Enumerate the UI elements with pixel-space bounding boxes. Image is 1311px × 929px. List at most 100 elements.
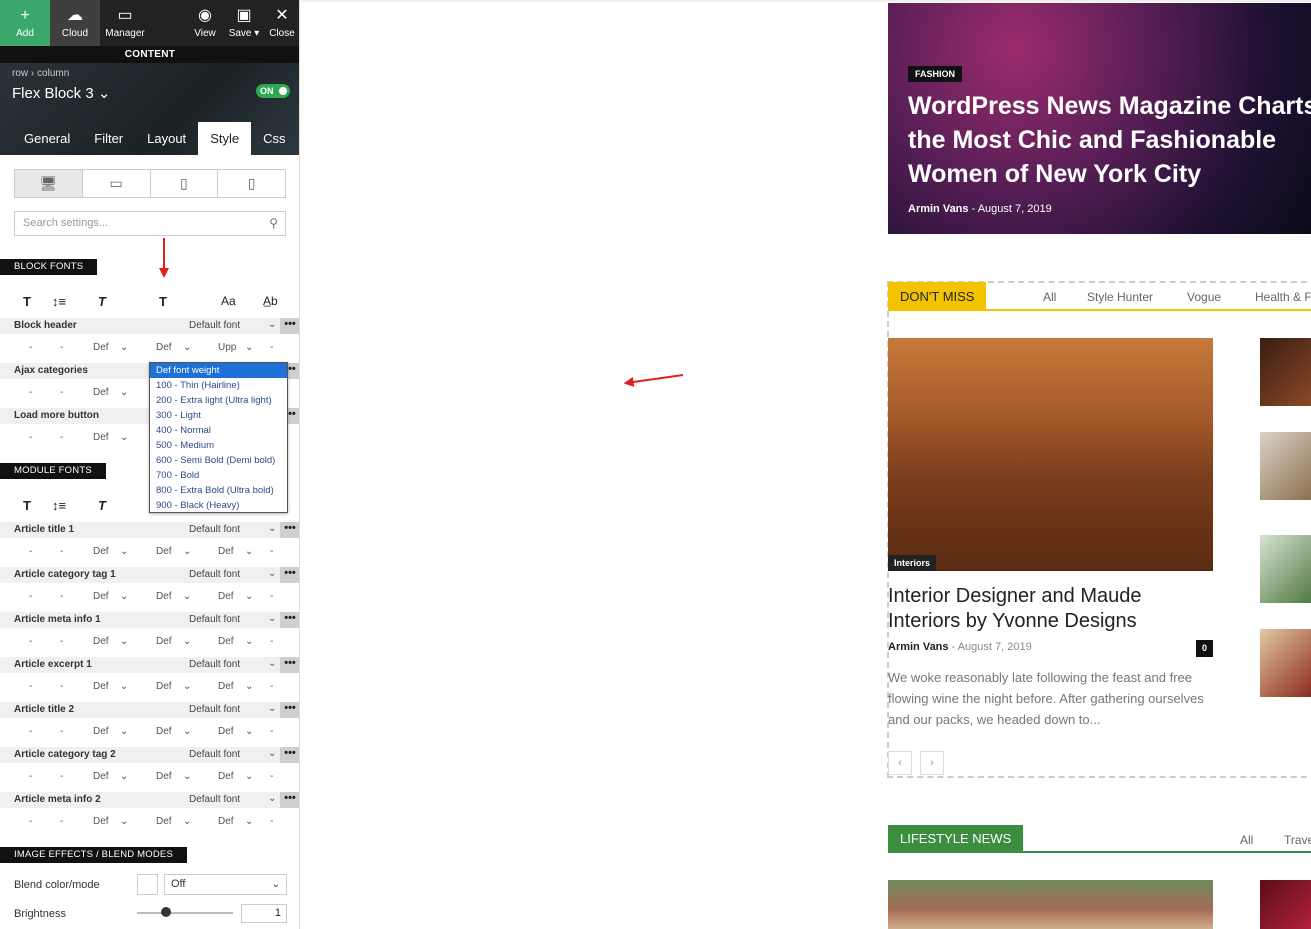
hero-author[interactable]: Armin Vans xyxy=(908,203,969,215)
prev-page-button[interactable]: ‹ xyxy=(888,751,912,775)
font-value-field[interactable]: Def xyxy=(93,726,109,737)
crumb-column[interactable]: column xyxy=(37,68,69,79)
font-value-field[interactable]: - xyxy=(270,771,273,782)
side-post-thumbnail[interactable] xyxy=(1260,432,1311,500)
font-value-field[interactable]: - xyxy=(270,636,273,647)
font-value-field[interactable]: Def xyxy=(156,591,172,602)
font-value-field[interactable]: - xyxy=(60,681,63,692)
hero-title[interactable]: WordPress News Magazine Charts the Most … xyxy=(908,89,1311,191)
font-weight-option[interactable]: 900 - Black (Heavy) xyxy=(150,498,287,513)
font-value-field[interactable]: Def xyxy=(218,816,234,827)
font-value-field[interactable]: - xyxy=(29,432,32,443)
close-button[interactable]: ✕ Close xyxy=(264,0,299,46)
font-weight-option[interactable]: Def font weight xyxy=(150,363,287,378)
tab-style[interactable]: Style xyxy=(198,122,252,155)
more-options-button[interactable]: ••• xyxy=(280,567,299,583)
font-value-field[interactable]: - xyxy=(29,591,32,602)
font-value-field[interactable]: Def xyxy=(93,771,109,782)
font-value-field[interactable]: - xyxy=(270,546,273,557)
font-family-select[interactable]: Default font xyxy=(189,704,240,715)
font-value-field[interactable]: - xyxy=(60,636,63,647)
font-value-field[interactable]: Def xyxy=(156,771,172,782)
cloud-button[interactable]: ☁ Cloud xyxy=(50,0,100,46)
next-page-button[interactable]: › xyxy=(920,751,944,775)
font-value-field[interactable]: Def xyxy=(156,636,172,647)
font-weight-option[interactable]: 100 - Thin (Hairline) xyxy=(150,378,287,393)
more-options-button[interactable]: ••• xyxy=(280,747,299,763)
font-value-field[interactable]: - xyxy=(60,342,63,353)
font-weight-option[interactable]: 400 - Normal xyxy=(150,423,287,438)
dont-miss-tab-all[interactable]: All xyxy=(1043,290,1056,304)
more-options-button[interactable]: ••• xyxy=(280,318,299,334)
font-value-field[interactable]: - xyxy=(270,342,273,353)
font-value-field[interactable]: Def xyxy=(93,681,109,692)
crumb-row[interactable]: row xyxy=(12,68,28,79)
font-weight-option[interactable]: 700 - Bold xyxy=(150,468,287,483)
font-value-field[interactable]: Def xyxy=(93,387,109,398)
font-value-field[interactable]: Def xyxy=(93,546,109,557)
font-weight-option[interactable]: 200 - Extra light (Ultra light) xyxy=(150,393,287,408)
font-value-field[interactable]: Def xyxy=(218,546,234,557)
more-options-button[interactable]: ••• xyxy=(280,612,299,628)
font-value-field[interactable]: Def xyxy=(156,342,172,353)
dont-miss-tab-style-hunter[interactable]: Style Hunter xyxy=(1087,290,1153,304)
block-selector[interactable]: Flex Block 3 ⌄ xyxy=(12,84,110,102)
font-value-field[interactable]: - xyxy=(60,771,63,782)
tablet-portrait-icon[interactable]: ▯ xyxy=(151,170,219,197)
font-value-field[interactable]: Def xyxy=(218,591,234,602)
font-value-field[interactable]: Def xyxy=(218,636,234,647)
search-input[interactable]: Search settings... ⚲ xyxy=(14,211,286,236)
font-weight-dropdown[interactable]: Def font weight 100 - Thin (Hairline) 200 … xyxy=(149,362,288,513)
font-family-select[interactable]: Default font xyxy=(189,614,240,625)
side-post-thumbnail[interactable] xyxy=(1260,629,1311,697)
font-value-field[interactable]: Def xyxy=(93,432,109,443)
comment-count-badge[interactable]: 0 xyxy=(1196,640,1213,657)
font-family-select[interactable]: Default font xyxy=(189,659,240,670)
font-value-field[interactable]: Def xyxy=(93,636,109,647)
tab-css[interactable]: Css xyxy=(251,122,297,155)
more-options-button[interactable]: ••• xyxy=(280,792,299,808)
font-value-field[interactable]: Upp xyxy=(218,342,236,353)
font-value-field[interactable]: - xyxy=(29,387,32,398)
brightness-slider[interactable] xyxy=(137,912,233,914)
font-value-field[interactable]: Def xyxy=(93,591,109,602)
font-value-field[interactable]: Def xyxy=(93,816,109,827)
hero-category-badge[interactable]: FASHION xyxy=(908,66,963,82)
font-family-select[interactable]: Default font xyxy=(189,749,240,760)
more-options-button[interactable]: ••• xyxy=(280,702,299,718)
font-value-field[interactable]: - xyxy=(270,726,273,737)
font-value-field[interactable]: Def xyxy=(218,681,234,692)
dont-miss-author[interactable]: Armin Vans xyxy=(888,641,949,653)
dont-miss-tab-health[interactable]: Health & F xyxy=(1255,290,1311,304)
side-post-thumbnail[interactable] xyxy=(1260,338,1311,406)
manager-button[interactable]: ▭ Manager xyxy=(100,0,150,46)
font-value-field[interactable]: Def xyxy=(218,726,234,737)
view-button[interactable]: ◉ View xyxy=(186,0,224,46)
font-value-field[interactable]: Def xyxy=(156,681,172,692)
tab-layout[interactable]: Layout xyxy=(135,122,198,155)
font-weight-option[interactable]: 600 - Semi Bold (Demi bold) xyxy=(150,453,287,468)
font-value-field[interactable]: Def xyxy=(218,771,234,782)
tablet-landscape-icon[interactable]: ▭ xyxy=(83,170,151,197)
dont-miss-title[interactable]: Interior Designer and Maude Interiors by… xyxy=(888,584,1218,634)
font-value-field[interactable]: - xyxy=(29,726,32,737)
font-value-field[interactable]: - xyxy=(29,681,32,692)
add-button[interactable]: + Add xyxy=(0,0,50,46)
font-weight-option[interactable]: 500 - Medium xyxy=(150,438,287,453)
brightness-slider-handle[interactable] xyxy=(160,907,171,917)
brightness-input[interactable]: 1 xyxy=(241,904,287,923)
blend-mode-select[interactable]: Off ⌄ xyxy=(164,874,287,895)
dont-miss-tab-vogue[interactable]: Vogue xyxy=(1187,290,1221,304)
tab-filter[interactable]: Filter xyxy=(82,122,135,155)
more-options-button[interactable]: ••• xyxy=(280,522,299,538)
blend-color-swatch[interactable] xyxy=(137,874,158,895)
font-value-field[interactable]: Def xyxy=(156,546,172,557)
lifestyle-tab-travel[interactable]: Trave xyxy=(1284,833,1311,847)
font-value-field[interactable]: - xyxy=(29,771,32,782)
font-family-select[interactable]: Default font xyxy=(189,569,240,580)
font-value-field[interactable]: - xyxy=(270,816,273,827)
lifestyle-side-image[interactable] xyxy=(1260,880,1311,929)
phone-icon[interactable]: ▯ xyxy=(218,170,285,197)
font-value-field[interactable]: - xyxy=(60,432,63,443)
font-value-field[interactable]: Def xyxy=(156,726,172,737)
